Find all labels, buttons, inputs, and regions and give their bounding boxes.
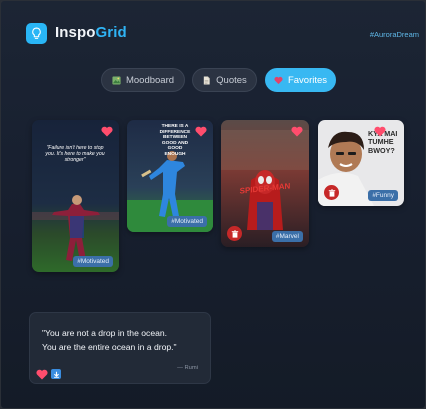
heart-icon[interactable] [291,126,303,137]
hashtag-label: #AuroraDream [369,30,419,39]
brand-accent: Grid [95,24,127,41]
favorite-card-4[interactable]: KYA MAI TUMHE BWOY? #Funny [318,120,404,206]
card-1-overlay-text: "Failure isn't here to stop you. It's he… [45,145,105,163]
tab-bar: Moodboard Quotes Favorites [1,68,425,92]
download-icon[interactable] [51,369,61,379]
card-3-tag[interactable]: #Marvel [271,231,303,242]
quote-card[interactable]: "You are not a drop in the ocean. You ar… [29,312,211,384]
heart-icon[interactable] [195,126,207,137]
document-icon [202,75,211,85]
heart-icon[interactable] [374,126,386,137]
card-1-image [32,120,119,272]
card-1-tag[interactable]: #Motivated [73,256,113,267]
brand-logo[interactable]: InspoGrid [55,24,127,41]
trash-icon[interactable] [324,185,339,200]
tab-favorites-label: Favorites [287,74,328,86]
card-4-tag[interactable]: #Funny [368,190,398,201]
trash-icon[interactable] [227,226,242,241]
lightbulb-icon [26,23,47,44]
image-icon [112,75,121,85]
tab-quotes[interactable]: Quotes [192,68,257,92]
brand-primary: Inspo [55,24,96,41]
tab-quotes-label: Quotes [216,74,247,86]
quote-line-2: You are the entire ocean in a drop." [42,341,177,352]
tab-moodboard[interactable]: Moodboard [101,68,185,92]
tab-moodboard-label: Moodboard [125,74,175,86]
heart-icon [274,76,283,85]
quote-text: "You are not a drop in the ocean. You ar… [42,327,208,355]
heart-icon[interactable] [36,369,48,380]
app-window: InspoGrid #AuroraDream Moodboard Quotes … [1,1,425,408]
quote-author: — Rumi [177,365,198,371]
card-2-tag[interactable]: #Motivated [167,216,207,227]
favorite-card-2[interactable]: THERE IS A DIFFERENCE BETWEEN GOOD AND G… [127,120,213,232]
card-2-overlay-text: THERE IS A DIFFERENCE BETWEEN GOOD AND G… [159,124,191,157]
tab-favorites[interactable]: Favorites [265,68,336,92]
heart-icon[interactable] [101,126,113,137]
favorite-card-3[interactable]: SPIDER-MAN #Marvel [221,120,309,247]
favorite-card-1[interactable]: "Failure isn't here to stop you. It's he… [32,120,119,272]
quote-line-1: "You are not a drop in the ocean. [42,328,168,338]
